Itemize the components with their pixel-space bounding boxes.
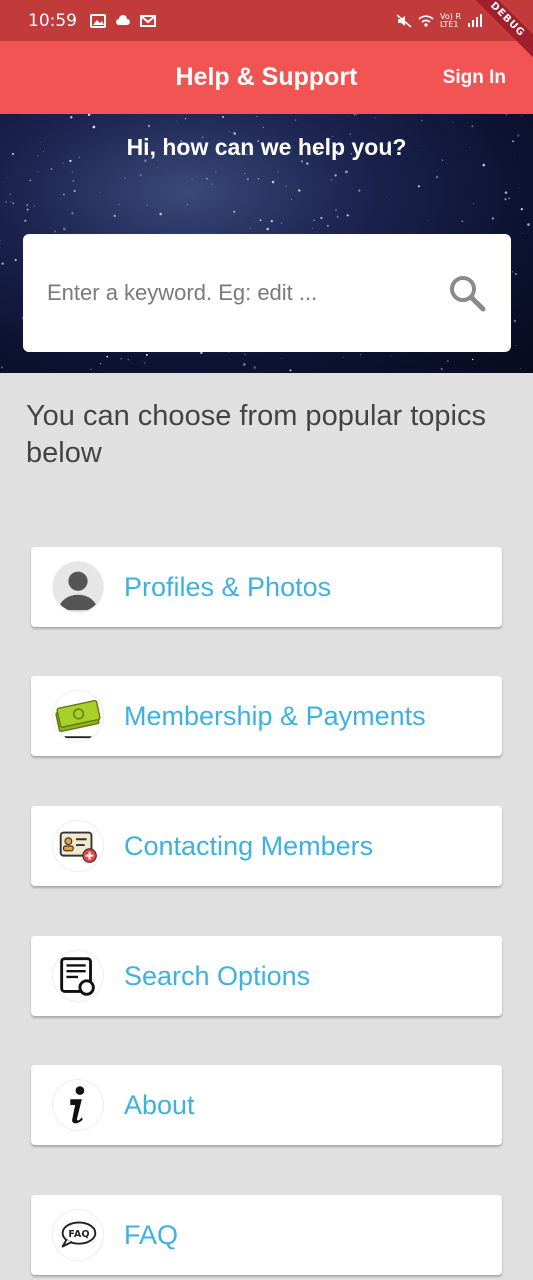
- search-document-icon: [52, 950, 104, 1002]
- svg-text:FAQ: FAQ: [68, 1229, 89, 1240]
- hero-title: Hi, how can we help you?: [126, 134, 407, 160]
- app-bar: Help & Support Sign In: [0, 41, 533, 114]
- status-time: 10:59: [28, 10, 77, 31]
- info-icon: [52, 1079, 104, 1131]
- topic-label: Profiles & Photos: [124, 571, 332, 602]
- search-box: [23, 234, 511, 352]
- topic-label: FAQ: [124, 1219, 179, 1250]
- topic-faq[interactable]: FAQ FAQ: [31, 1195, 502, 1275]
- status-bar: 10:59 Vo) R LTE1 DEBUG: [0, 0, 533, 69]
- cloud-icon: [116, 14, 130, 25]
- gmail-icon: [140, 14, 156, 27]
- gallery-icon: [90, 13, 106, 28]
- network-indicator: Vo) R LTE1: [440, 11, 461, 29]
- topic-profiles-photos[interactable]: Profiles & Photos: [31, 547, 502, 627]
- wifi-icon: [418, 14, 434, 27]
- topic-about[interactable]: About: [31, 1065, 502, 1145]
- mute-icon: [396, 13, 412, 28]
- topic-contacting-members[interactable]: Contacting Members: [31, 806, 502, 886]
- contact-card-icon: [52, 820, 104, 872]
- faq-icon: FAQ: [52, 1209, 104, 1261]
- topic-label: Membership & Payments: [124, 700, 426, 731]
- topic-label: Search Options: [124, 960, 311, 991]
- signal-icon: [468, 13, 482, 27]
- intro-text: You can choose from popular topics below: [26, 400, 486, 469]
- topic-label: Contacting Members: [124, 830, 374, 861]
- topic-membership-payments[interactable]: Membership & Payments: [31, 676, 502, 756]
- search-input[interactable]: [47, 280, 439, 306]
- money-icon: [52, 690, 104, 742]
- topic-search-options[interactable]: Search Options: [31, 936, 502, 1016]
- search-icon[interactable]: [447, 273, 487, 313]
- hero-banner: Hi, how can we help you?: [0, 114, 533, 373]
- sign-in-button[interactable]: Sign In: [443, 41, 506, 114]
- profile-icon: [52, 561, 104, 613]
- topic-label: About: [124, 1089, 195, 1120]
